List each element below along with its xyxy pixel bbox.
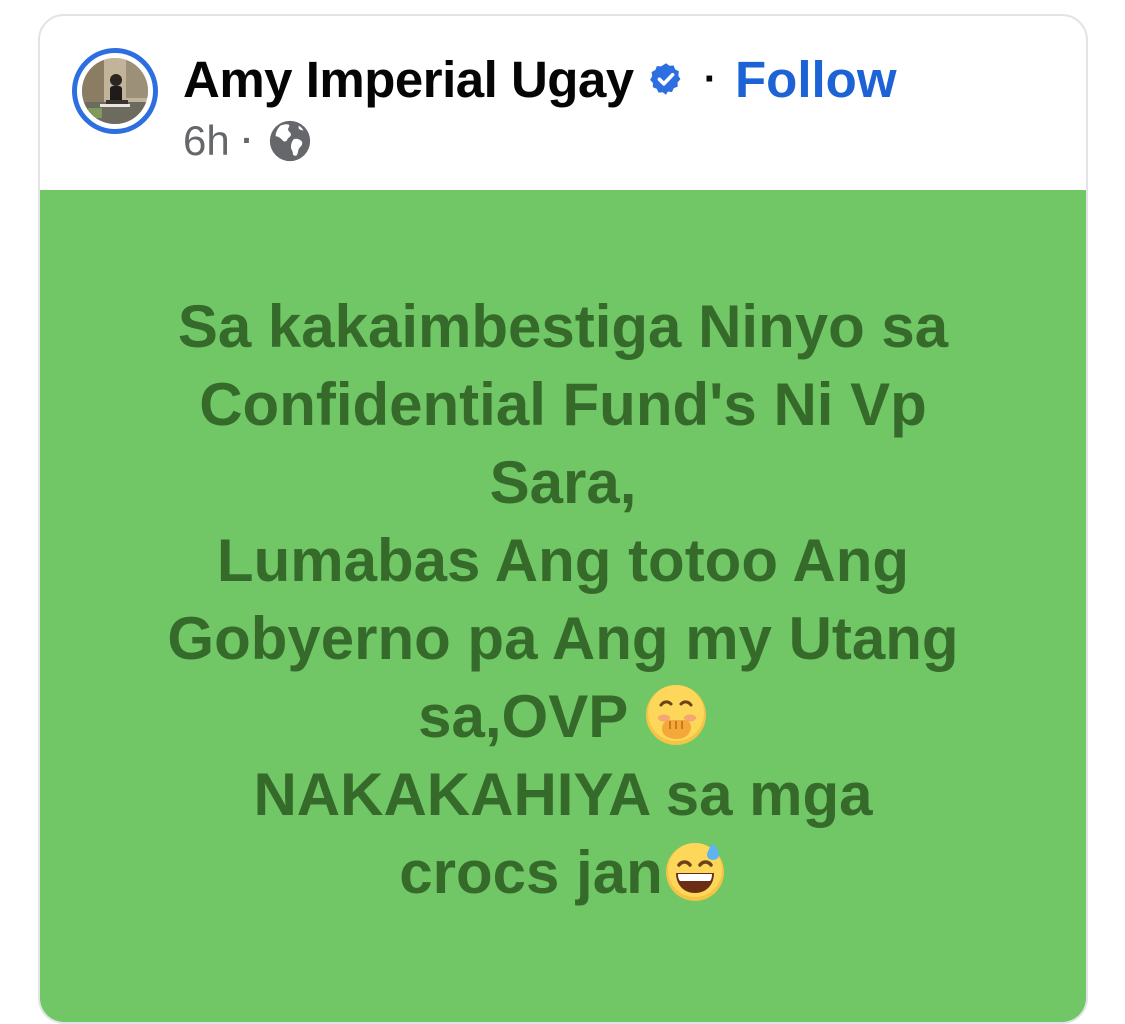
meta-separator-dot: · [241, 121, 254, 160]
author-name[interactable]: Amy Imperial Ugay [183, 50, 634, 109]
separator-dot: · [703, 56, 718, 101]
avatar-photo [82, 58, 148, 124]
post-line: Gobyerno pa Ang my Utang [167, 605, 959, 672]
globe-icon[interactable] [267, 118, 313, 164]
post-card: Amy Imperial Ugay · Follow 6h · Sa kakai… [38, 14, 1088, 1024]
post-line: Confidential Fund's Ni Vp [199, 371, 927, 438]
post-line-with-emoji: crocs jan [80, 834, 1046, 912]
post-line: crocs jan [399, 839, 663, 906]
grinning-sweat-emoji [665, 843, 724, 901]
post-timestamp[interactable]: 6h [183, 117, 230, 165]
post-line: Lumabas Ang totoo Ang [216, 527, 910, 594]
post-line: Sara, [489, 449, 637, 516]
post-line: NAKAKAHIYA sa mga [253, 761, 873, 828]
post-line: sa,OVP [418, 683, 644, 750]
verified-badge-icon [649, 63, 681, 95]
post-line-with-emoji: sa,OVP [80, 678, 1046, 756]
post-line: Sa kakaimbestiga Ninyo sa [177, 293, 949, 360]
face-with-hand-over-mouth-emoji [645, 685, 706, 745]
post-meta: 6h · [183, 116, 313, 166]
follow-button[interactable]: Follow [735, 50, 896, 109]
post-background: Sa kakaimbestiga Ninyo sa Confidential F… [40, 190, 1086, 1022]
post-text: Sa kakaimbestiga Ninyo sa Confidential F… [80, 288, 1046, 912]
avatar-image [82, 58, 148, 124]
author-avatar[interactable] [72, 48, 158, 134]
post-header: Amy Imperial Ugay · Follow 6h · [40, 16, 1086, 190]
author-row: Amy Imperial Ugay · Follow [183, 46, 896, 112]
